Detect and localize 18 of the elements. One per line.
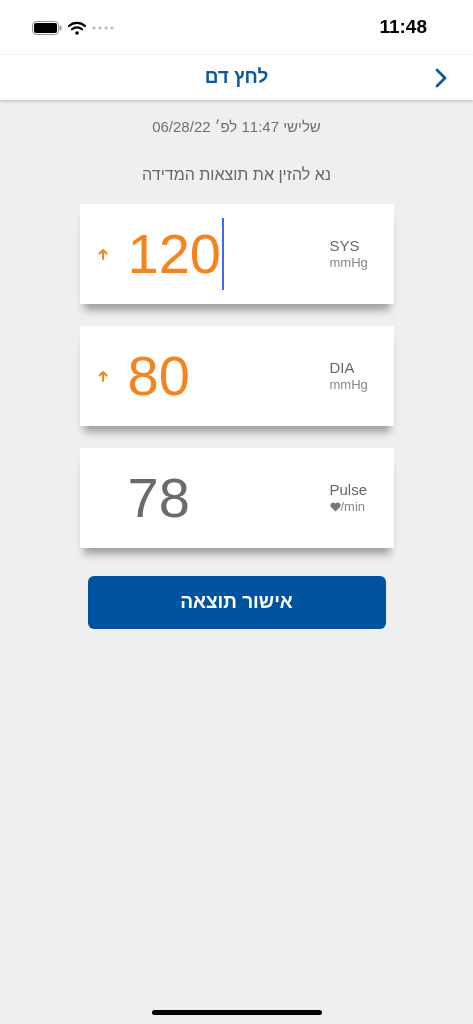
value-field[interactable]: 78 bbox=[127, 469, 330, 526]
confirm-button[interactable]: אישור תוצאה bbox=[87, 575, 386, 629]
measure-label: SYS bbox=[329, 236, 361, 255]
measurement-timestamp: שלישי 11:47 לפ׳ 06/28/22 bbox=[152, 117, 321, 137]
signal-icon bbox=[92, 25, 114, 30]
instruction-text: נא להזין את תוצאות המדידה bbox=[142, 164, 331, 185]
wifi-icon bbox=[68, 20, 86, 35]
back-button[interactable] bbox=[433, 67, 449, 89]
unit-label: mmHg bbox=[329, 376, 368, 393]
measure-label: Pulse bbox=[329, 480, 369, 499]
measure-label: DIA bbox=[329, 358, 356, 377]
battery-icon bbox=[32, 20, 62, 35]
chevron-right-icon bbox=[435, 68, 447, 88]
unit-label: /min bbox=[340, 498, 366, 515]
status-time: 11:48 bbox=[379, 15, 428, 40]
page-title: לחץ דם bbox=[204, 65, 269, 90]
heart-icon bbox=[329, 501, 341, 512]
unit-label: mmHg bbox=[329, 254, 368, 271]
